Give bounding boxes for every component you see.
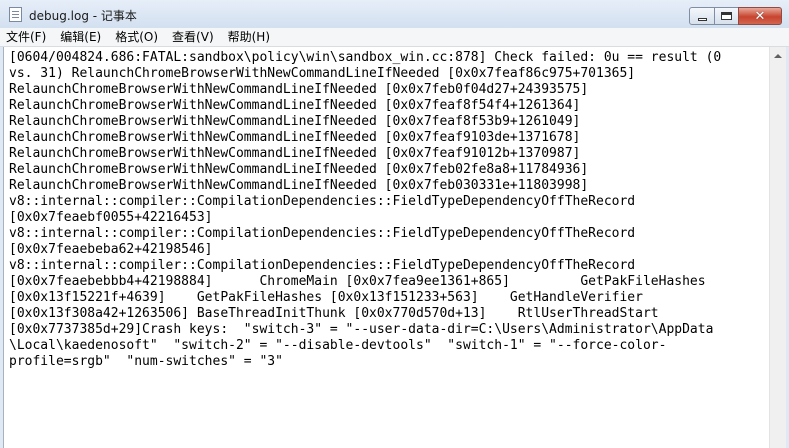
text-line: RelaunchChromeBrowserWithNewCommandLineI… bbox=[9, 82, 589, 97]
text-line: v8::internal::compiler::CompilationDepen… bbox=[9, 226, 636, 241]
editor-text-content[interactable]: [0604/004824.686:FATAL:sandbox\policy\wi… bbox=[9, 50, 721, 370]
window-controls: ✕ bbox=[689, 7, 782, 25]
text-line: RelaunchChromeBrowserWithNewCommandLineI… bbox=[9, 114, 581, 129]
text-line: RelaunchChromeBrowserWithNewCommandLineI… bbox=[9, 178, 589, 193]
menu-help[interactable]: 帮助(H) bbox=[221, 28, 277, 47]
minimize-button[interactable] bbox=[689, 7, 715, 25]
text-line: vs. 31) RelaunchChromeBrowserWithNewComm… bbox=[9, 66, 636, 81]
notepad-icon bbox=[9, 7, 22, 22]
text-line: [0604/004824.686:FATAL:sandbox\policy\wi… bbox=[9, 50, 722, 65]
minimize-icon bbox=[697, 17, 707, 21]
text-line: [0x0x13f308a42+1263506] BaseThreadInitTh… bbox=[9, 306, 659, 321]
text-line: RelaunchChromeBrowserWithNewCommandLineI… bbox=[9, 146, 581, 161]
text-line: v8::internal::compiler::CompilationDepen… bbox=[9, 194, 636, 209]
text-line: RelaunchChromeBrowserWithNewCommandLineI… bbox=[9, 98, 581, 113]
menu-format[interactable]: 格式(O) bbox=[108, 28, 165, 47]
maximize-button[interactable] bbox=[714, 7, 739, 25]
text-line: [0x0x7feaebeba62+42198546] bbox=[9, 242, 213, 257]
text-line: \Local\kaedenosoft" "switch-2" = "--disa… bbox=[9, 338, 667, 353]
menu-file[interactable]: 文件(F) bbox=[0, 28, 53, 47]
close-button[interactable]: ✕ bbox=[738, 7, 782, 25]
scroll-up-arrow-icon bbox=[774, 53, 782, 58]
menu-edit[interactable]: 编辑(E) bbox=[53, 28, 108, 47]
window-title: debug.log - 记事本 bbox=[29, 9, 137, 23]
text-line: [0x0x7737385d+29]Crash keys: "switch-3" … bbox=[9, 322, 714, 337]
close-icon: ✕ bbox=[754, 8, 766, 24]
maximize-icon bbox=[721, 12, 732, 20]
text-line: profile=srgb" "num-switches" = "3" bbox=[9, 354, 283, 369]
text-line: RelaunchChromeBrowserWithNewCommandLineI… bbox=[9, 130, 581, 145]
title-bar: debug.log - 记事本 ✕ bbox=[0, 0, 789, 28]
text-line: [0x0x13f15221f+4639] GetPakFileHashes [0… bbox=[9, 290, 643, 305]
text-line: RelaunchChromeBrowserWithNewCommandLineI… bbox=[9, 162, 589, 177]
menu-view[interactable]: 查看(V) bbox=[165, 28, 221, 47]
text-editor[interactable]: [0604/004824.686:FATAL:sandbox\policy\wi… bbox=[3, 47, 769, 448]
menu-bar: 文件(F) 编辑(E) 格式(O) 查看(V) 帮助(H) bbox=[0, 28, 789, 47]
scroll-up-button[interactable] bbox=[771, 47, 785, 64]
text-line: [0x0x7feaebebbb4+42198884] ChromeMain [0… bbox=[9, 274, 706, 289]
vertical-scrollbar[interactable] bbox=[769, 47, 786, 448]
text-line: [0x0x7feaebf0055+42216453] bbox=[9, 210, 213, 225]
text-line: v8::internal::compiler::CompilationDepen… bbox=[9, 258, 636, 273]
